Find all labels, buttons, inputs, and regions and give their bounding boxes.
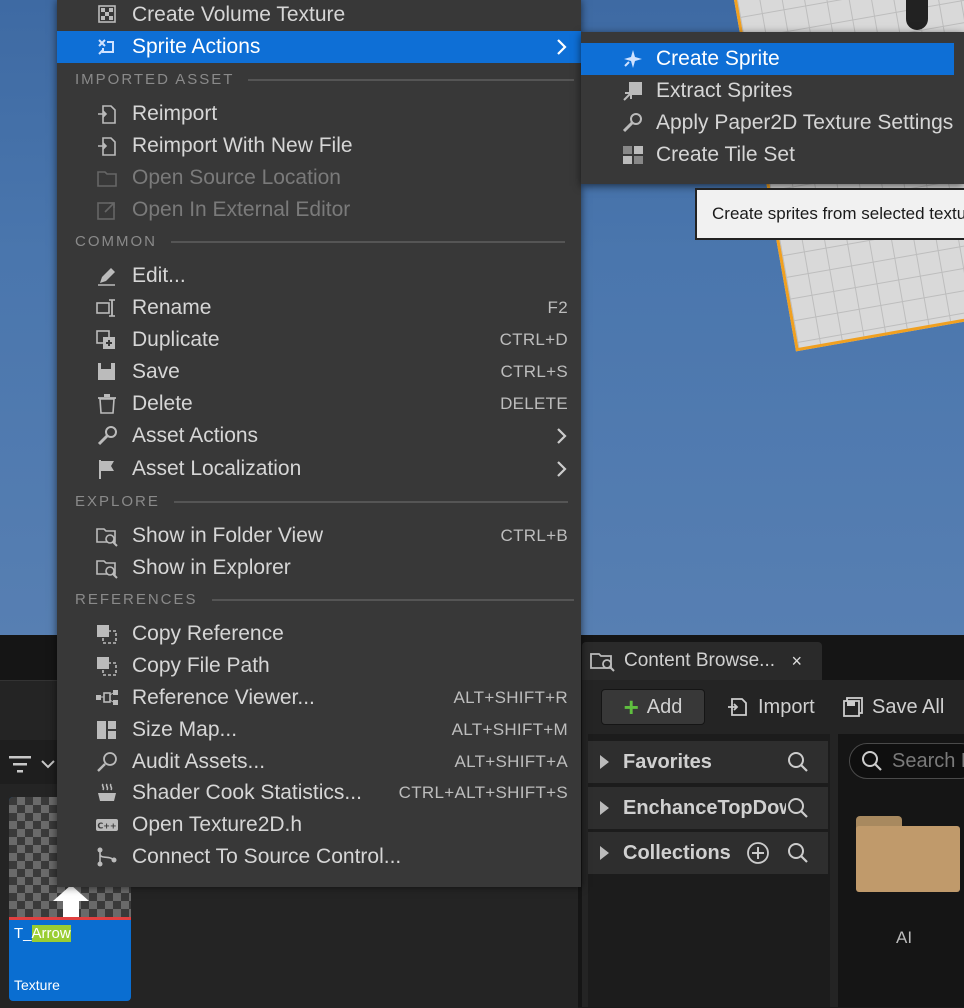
search-assets-input[interactable]: Search EnchanceTopDown <box>849 743 964 779</box>
menu-item-reference-viewer[interactable]: Reference Viewer... ALT+SHIFT+R <box>57 682 581 714</box>
menu-item-show-in-folder-view[interactable]: Show in Folder View CTRL+B <box>57 520 581 552</box>
menu-item-reimport-new-file[interactable]: Reimport With New File <box>57 130 581 162</box>
audit-icon <box>97 752 117 772</box>
folder-search-icon <box>96 528 118 547</box>
paper2d-settings-icon <box>622 113 642 133</box>
expand-arrow-icon[interactable] <box>600 755 609 769</box>
menu-item-shader-cook-statistics[interactable]: Shader Cook Statistics... CTRL+ALT+SHIFT… <box>57 777 581 809</box>
import-icon <box>728 698 747 716</box>
pencil-icon <box>98 268 115 286</box>
divider <box>173 500 568 503</box>
folder-search-icon <box>96 560 118 579</box>
menu-item-size-map[interactable]: Size Map... ALT+SHIFT+M <box>57 714 581 746</box>
chevron-right-icon <box>557 461 567 477</box>
external-link-icon <box>97 202 115 220</box>
submenu-item-create-sprite[interactable]: Create Sprite <box>581 43 954 75</box>
menu-item-reimport[interactable]: Reimport <box>57 98 581 130</box>
submenu-item-create-tile-set[interactable]: Create Tile Set <box>581 139 954 171</box>
menu-item-duplicate[interactable]: Duplicate CTRL+D <box>57 324 581 356</box>
asset-name: T_Arrow <box>14 925 71 942</box>
save-all-icon <box>843 697 863 717</box>
copy-reference-icon <box>97 625 117 644</box>
source-control-icon <box>97 847 117 867</box>
tile-set-icon <box>623 146 643 164</box>
menu-item-edit[interactable]: Edit... <box>57 260 581 292</box>
menu-item-delete[interactable]: Delete DELETE <box>57 388 581 420</box>
cpp-file-icon: C++ <box>96 819 118 831</box>
reimport-icon <box>98 137 116 156</box>
wrench-icon <box>97 426 117 446</box>
rename-icon <box>96 299 115 317</box>
save-icon <box>98 363 115 380</box>
steam-pot-icon <box>98 783 116 801</box>
extract-sprites-icon <box>623 82 642 101</box>
flag-icon <box>99 460 114 479</box>
sprite-sparkle-icon <box>624 50 642 68</box>
add-button[interactable]: + Add <box>601 689 705 725</box>
section-header-references: REFERENCES <box>75 591 574 608</box>
filter-button[interactable] <box>8 750 58 778</box>
checker-texture-icon <box>98 5 116 23</box>
tree-favorites[interactable]: Favorites <box>588 741 828 783</box>
menu-item-save[interactable]: Save CTRL+S <box>57 356 581 388</box>
tab-content-browser[interactable]: Content Browse... × <box>582 642 822 680</box>
expand-arrow-icon[interactable] <box>600 846 609 860</box>
expand-arrow-icon[interactable] <box>600 801 609 815</box>
asset-type: Texture <box>14 977 60 993</box>
menu-item-asset-localization[interactable]: Asset Localization <box>57 453 581 485</box>
tree-project-folder[interactable]: EnchanceTopDow <box>588 787 828 829</box>
filter-icon <box>9 756 31 773</box>
chevron-right-icon <box>557 428 567 444</box>
import-button[interactable]: Import <box>726 689 815 725</box>
close-icon[interactable]: × <box>791 651 802 672</box>
duplicate-icon <box>96 330 115 349</box>
asset-name-highlight: Arrow <box>31 925 71 942</box>
section-header-explore: EXPLORE <box>75 493 568 510</box>
menu-item-open-source-location: Open Source Location <box>57 162 581 194</box>
folder-search-icon <box>590 653 615 672</box>
search-icon <box>862 751 882 771</box>
section-header-common: COMMON <box>75 233 565 250</box>
menu-item-open-external-editor: Open In External Editor <box>57 194 581 226</box>
menu-item-open-texture2d-h[interactable]: C++ Open Texture2D.h <box>57 809 581 841</box>
search-icon[interactable] <box>786 841 810 865</box>
chevron-right-icon <box>557 39 567 55</box>
menu-item-copy-file-path[interactable]: Copy File Path <box>57 650 581 682</box>
chevron-down-icon <box>41 760 55 769</box>
menu-item-connect-source-control[interactable]: Connect To Source Control... <box>57 841 581 873</box>
submenu-item-apply-paper2d-settings[interactable]: Apply Paper2D Texture Settings <box>581 107 954 139</box>
svg-text:C++: C++ <box>97 822 116 831</box>
folder-tile[interactable] <box>856 816 960 892</box>
reference-viewer-icon <box>96 690 118 705</box>
submenu-item-extract-sprites[interactable]: Extract Sprites <box>581 75 954 107</box>
section-header-imported-asset: IMPORTED ASSET <box>75 71 575 88</box>
save-all-button[interactable]: Save All <box>842 689 944 725</box>
sprite-actions-icon <box>98 39 114 55</box>
folder-label: AI <box>896 928 913 947</box>
add-circle-icon[interactable] <box>746 841 770 865</box>
tree-collections[interactable]: Collections <box>588 832 828 874</box>
menu-item-create-volume-texture[interactable]: Create Volume Texture <box>57 0 581 31</box>
menu-item-audit-assets[interactable]: Audit Assets... ALT+SHIFT+A <box>57 746 581 778</box>
search-icon[interactable] <box>786 796 810 820</box>
size-map-icon <box>97 721 116 739</box>
folder-open-icon <box>97 171 117 187</box>
menu-item-show-in-explorer[interactable]: Show in Explorer <box>57 552 581 584</box>
search-icon[interactable] <box>786 750 810 774</box>
copy-path-icon <box>97 657 117 676</box>
plus-icon: + <box>623 692 639 722</box>
menu-item-asset-actions[interactable]: Asset Actions <box>57 420 581 452</box>
menu-item-rename[interactable]: Rename F2 <box>57 292 581 324</box>
menu-item-copy-reference[interactable]: Copy Reference <box>57 618 581 650</box>
reimport-icon <box>98 105 116 124</box>
tooltip: Create sprites from selected textures <box>695 188 964 240</box>
divider <box>171 240 565 243</box>
tab-content-browser-label: Content Browse... <box>624 650 776 671</box>
menu-item-sprite-actions[interactable]: Sprite Actions <box>57 31 581 63</box>
cylinder-mesh <box>906 0 928 30</box>
trash-icon <box>98 394 116 414</box>
divider <box>248 78 575 81</box>
divider <box>211 598 574 601</box>
